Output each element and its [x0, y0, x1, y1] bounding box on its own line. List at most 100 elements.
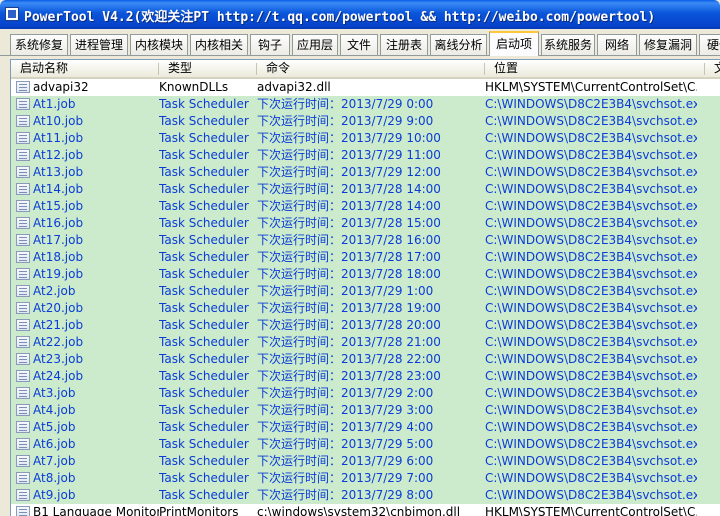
table-row[interactable]: At11.job Task Scheduler 下次运行时间：2013/7/29 1…	[11, 130, 720, 147]
column-header-type[interactable]: 类型	[159, 60, 257, 77]
table-row[interactable]: At18.job Task Scheduler 下次运行时间：2013/7/28 1…	[11, 249, 720, 266]
cell-name: At22.job	[33, 335, 84, 349]
cell-type: Task Scheduler	[159, 403, 249, 417]
column-header-name[interactable]: 启动名称	[11, 60, 159, 77]
table-row[interactable]: At13.job Task Scheduler 下次运行时间：2013/7/29 1…	[11, 164, 720, 181]
cell-name: At6.job	[33, 437, 76, 451]
cell-type: Task Scheduler	[159, 233, 249, 247]
entry-icon	[16, 387, 30, 399]
list-body: advapi32 KnownDLLs advapi32.dll HKLM\SYSTEM…	[11, 79, 720, 516]
table-row[interactable]: At3.job Task Scheduler 下次运行时间：2013/7/29 2:…	[11, 385, 720, 402]
cell-command: 下次运行时间：2013/7/29 12:00	[257, 165, 441, 179]
cell-type: Task Scheduler	[159, 352, 249, 366]
cell-command: 下次运行时间：2013/7/28 23:00	[257, 369, 441, 383]
cell-type: Task Scheduler	[159, 182, 249, 196]
table-row[interactable]: At8.job Task Scheduler 下次运行时间：2013/7/29 7:…	[11, 470, 720, 487]
table-row[interactable]: At12.job Task Scheduler 下次运行时间：2013/7/29 1…	[11, 147, 720, 164]
cell-name: At5.job	[33, 420, 76, 434]
tab-system-services[interactable]: 系统服务	[541, 34, 595, 55]
entry-icon	[16, 472, 30, 484]
tab-app-layer[interactable]: 应用层	[292, 34, 338, 55]
entry-icon	[16, 285, 30, 297]
table-row[interactable]: At21.job Task Scheduler 下次运行时间：2013/7/28 2…	[11, 317, 720, 334]
table-row[interactable]: At24.job Task Scheduler 下次运行时间：2013/7/28 2…	[11, 368, 720, 385]
tab-kernel-related[interactable]: 内核相关	[190, 34, 248, 55]
table-row[interactable]: At14.job Task Scheduler 下次运行时间：2013/7/28 1…	[11, 181, 720, 198]
table-row[interactable]: At20.job Task Scheduler 下次运行时间：2013/7/28 1…	[11, 300, 720, 317]
table-row[interactable]: At4.job Task Scheduler 下次运行时间：2013/7/29 3:…	[11, 402, 720, 419]
tab-startup[interactable]: 启动项	[489, 31, 539, 56]
table-row[interactable]: At5.job Task Scheduler 下次运行时间：2013/7/29 4:…	[11, 419, 720, 436]
entry-icon	[16, 115, 30, 127]
column-header-extra[interactable]: 文	[705, 60, 720, 77]
tab-fix-vulnerabilities[interactable]: 修复漏洞	[639, 34, 697, 55]
cell-location: C:\WINDOWS\D8C2E3B4\svchsot.exe	[485, 199, 697, 213]
table-row[interactable]: B1 Language Monitor PrintMonitors c:\windo…	[11, 504, 720, 516]
cell-name: At10.job	[33, 114, 84, 128]
table-row[interactable]: At1.job Task Scheduler 下次运行时间：2013/7/29 0:…	[11, 96, 720, 113]
entry-icon	[16, 370, 30, 382]
tab-divider	[0, 55, 720, 56]
cell-command: 下次运行时间：2013/7/28 15:00	[257, 216, 441, 230]
cell-location: C:\WINDOWS\D8C2E3B4\svchsot.exe	[485, 437, 697, 451]
cell-location: C:\WINDOWS\D8C2E3B4\svchsot.exe	[485, 148, 697, 162]
cell-type: PrintMonitors	[159, 505, 239, 516]
tab-files[interactable]: 文件	[340, 34, 378, 55]
entry-icon	[16, 149, 30, 161]
cell-name: B1 Language Monitor	[33, 505, 159, 516]
cell-command: 下次运行时间：2013/7/28 20:00	[257, 318, 441, 332]
cell-type: Task Scheduler	[159, 386, 249, 400]
cell-type: Task Scheduler	[159, 488, 249, 502]
cell-name: At24.job	[33, 369, 84, 383]
cell-name: advapi32	[33, 80, 89, 94]
cell-command: 下次运行时间：2013/7/28 14:00	[257, 199, 441, 213]
tab-registry[interactable]: 注册表	[380, 34, 428, 55]
tab-system-repair[interactable]: 系统修复	[10, 34, 68, 55]
cell-name: At20.job	[33, 301, 84, 315]
cell-type: Task Scheduler	[159, 335, 249, 349]
cell-command: 下次运行时间：2013/7/29 7:00	[257, 471, 434, 485]
cell-name: At17.job	[33, 233, 84, 247]
table-row[interactable]: At22.job Task Scheduler 下次运行时间：2013/7/28 2…	[11, 334, 720, 351]
cell-name: At15.job	[33, 199, 84, 213]
startup-list[interactable]: 启动名称 类型 命令 位置 文 advapi32KnownDLLsadvapi3…	[10, 59, 720, 516]
tab-hardware[interactable]: 硬件	[699, 34, 720, 55]
window-title: PowerTool V4.2(欢迎关注PT http://t.qq.com/po…	[24, 10, 656, 25]
cell-location: C:\WINDOWS\D8C2E3B4\svchsot.exe	[485, 369, 697, 383]
cell-location: C:\WINDOWS\D8C2E3B4\svchsot.exe	[485, 454, 697, 468]
table-row[interactable]: At6.job Task Scheduler 下次运行时间：2013/7/29 5:…	[11, 436, 720, 453]
table-row[interactable]: At16.job Task Scheduler 下次运行时间：2013/7/28 1…	[11, 215, 720, 232]
column-header-location[interactable]: 位置	[485, 60, 705, 77]
cell-command: 下次运行时间：2013/7/29 9:00	[257, 114, 434, 128]
cell-name: At21.job	[33, 318, 84, 332]
table-row[interactable]: At7.job Task Scheduler 下次运行时间：2013/7/29 6:…	[11, 453, 720, 470]
tab-network[interactable]: 网络	[597, 34, 637, 55]
entry-icon	[16, 336, 30, 348]
cell-location: C:\WINDOWS\D8C2E3B4\svchsot.exe	[485, 250, 697, 264]
table-row[interactable]: At19.job Task Scheduler 下次运行时间：2013/7/28 1…	[11, 266, 720, 283]
cell-location: C:\WINDOWS\D8C2E3B4\svchsot.exe	[485, 233, 697, 247]
tab-process-manager[interactable]: 进程管理	[70, 34, 128, 55]
tab-offline-analysis[interactable]: 离线分析	[430, 34, 487, 55]
tab-hooks[interactable]: 钩子	[250, 34, 290, 55]
cell-location: C:\WINDOWS\D8C2E3B4\svchsot.exe	[485, 165, 697, 179]
cell-command: 下次运行时间：2013/7/29 8:00	[257, 488, 434, 502]
table-row[interactable]: At2.job Task Scheduler 下次运行时间：2013/7/29 1:…	[11, 283, 720, 300]
entry-icon	[16, 217, 30, 229]
entry-icon	[16, 166, 30, 178]
cell-command: 下次运行时间：2013/7/29 11:00	[257, 148, 441, 162]
table-row[interactable]: At9.job Task Scheduler 下次运行时间：2013/7/29 8:…	[11, 487, 720, 504]
cell-command: 下次运行时间：2013/7/28 17:00	[257, 250, 441, 264]
column-header-command[interactable]: 命令	[257, 60, 485, 77]
cell-command: 下次运行时间：2013/7/29 2:00	[257, 386, 434, 400]
table-row[interactable]: At17.job Task Scheduler 下次运行时间：2013/7/28 1…	[11, 232, 720, 249]
table-row[interactable]: At23.job Task Scheduler 下次运行时间：2013/7/28 2…	[11, 351, 720, 368]
table-row[interactable]: At10.job Task Scheduler 下次运行时间：2013/7/29 9…	[11, 113, 720, 130]
cell-type: Task Scheduler	[159, 199, 249, 213]
table-row[interactable]: At15.job Task Scheduler 下次运行时间：2013/7/28 1…	[11, 198, 720, 215]
cell-location: C:\WINDOWS\D8C2E3B4\svchsot.exe	[485, 471, 697, 485]
tab-kernel-modules[interactable]: 内核模块	[130, 34, 188, 55]
cell-location: HKLM\SYSTEM\CurrentControlSet\C...	[485, 505, 697, 516]
table-row[interactable]: advapi32 KnownDLLs advapi32.dll HKLM\SYSTEM…	[11, 79, 720, 96]
cell-location: C:\WINDOWS\D8C2E3B4\svchsot.exe	[485, 352, 697, 366]
